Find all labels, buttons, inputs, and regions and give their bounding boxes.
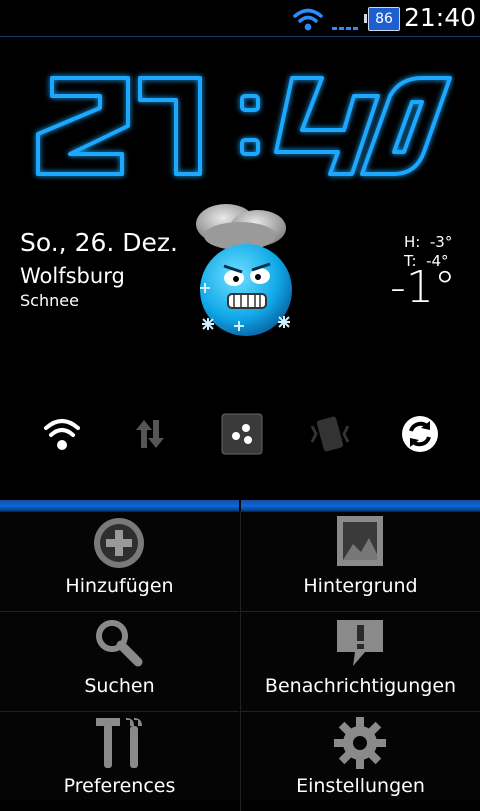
tools-icon bbox=[96, 718, 142, 768]
snow-weather-icon[interactable] bbox=[188, 196, 308, 346]
menu-item-notifications-label: Benachrichtigungen bbox=[264, 675, 457, 697]
menu-item-search[interactable]: Suchen bbox=[0, 611, 239, 711]
menu-item-wallpaper[interactable]: Hintergrund bbox=[240, 511, 480, 611]
wifi-toggle[interactable] bbox=[36, 408, 88, 460]
options-menu: Hinzufügen Hintergrund Suchen Benachrich… bbox=[0, 511, 480, 811]
clock-colon bbox=[240, 94, 260, 156]
menu-item-preferences[interactable]: Preferences bbox=[0, 711, 239, 811]
bluetooth-toggle[interactable] bbox=[216, 408, 268, 460]
menu-item-settings-label: Einstellungen bbox=[296, 775, 425, 797]
signal-icon bbox=[332, 27, 358, 30]
menu-item-wallpaper-label: Hintergrund bbox=[303, 575, 418, 597]
menu-item-add-label: Hinzufügen bbox=[65, 575, 174, 597]
vibrate-toggle[interactable] bbox=[304, 408, 356, 460]
battery-icon: 86 bbox=[364, 7, 400, 31]
add-icon bbox=[94, 518, 144, 568]
weather-condition: Schnee bbox=[20, 291, 79, 310]
clock-digit-0 bbox=[360, 76, 452, 176]
clock-digit-2 bbox=[36, 76, 130, 176]
battery-level: 86 bbox=[375, 11, 393, 27]
sync-toggle[interactable] bbox=[394, 408, 446, 460]
wallpaper-icon bbox=[337, 516, 383, 566]
status-bar[interactable]: 86 21:40 bbox=[0, 0, 480, 37]
clock-digit-4 bbox=[274, 76, 380, 176]
menu-item-add[interactable]: Hinzufügen bbox=[0, 511, 239, 611]
menu-item-notifications[interactable]: Benachrichtigungen bbox=[240, 611, 480, 711]
search-icon bbox=[96, 620, 143, 667]
power-control-bar bbox=[0, 408, 480, 460]
weather-high: H: -3° bbox=[404, 233, 453, 251]
menu-top-edge bbox=[0, 500, 480, 511]
menu-item-preferences-label: Preferences bbox=[63, 775, 176, 797]
settings-gear-icon bbox=[334, 717, 386, 769]
status-time: 21:40 bbox=[404, 3, 477, 32]
weather-date: So., 26. Dez. bbox=[20, 228, 178, 257]
clock-widget[interactable] bbox=[30, 56, 455, 196]
notifications-icon bbox=[337, 620, 383, 666]
menu-item-search-label: Suchen bbox=[84, 675, 155, 697]
wifi-icon bbox=[293, 8, 323, 31]
weather-current-temp: -1° bbox=[390, 262, 456, 313]
weather-city: Wolfsburg bbox=[20, 264, 125, 288]
menu-item-settings[interactable]: Einstellungen bbox=[240, 711, 480, 811]
clock-digit-1 bbox=[138, 76, 202, 176]
data-toggle[interactable] bbox=[124, 408, 176, 460]
